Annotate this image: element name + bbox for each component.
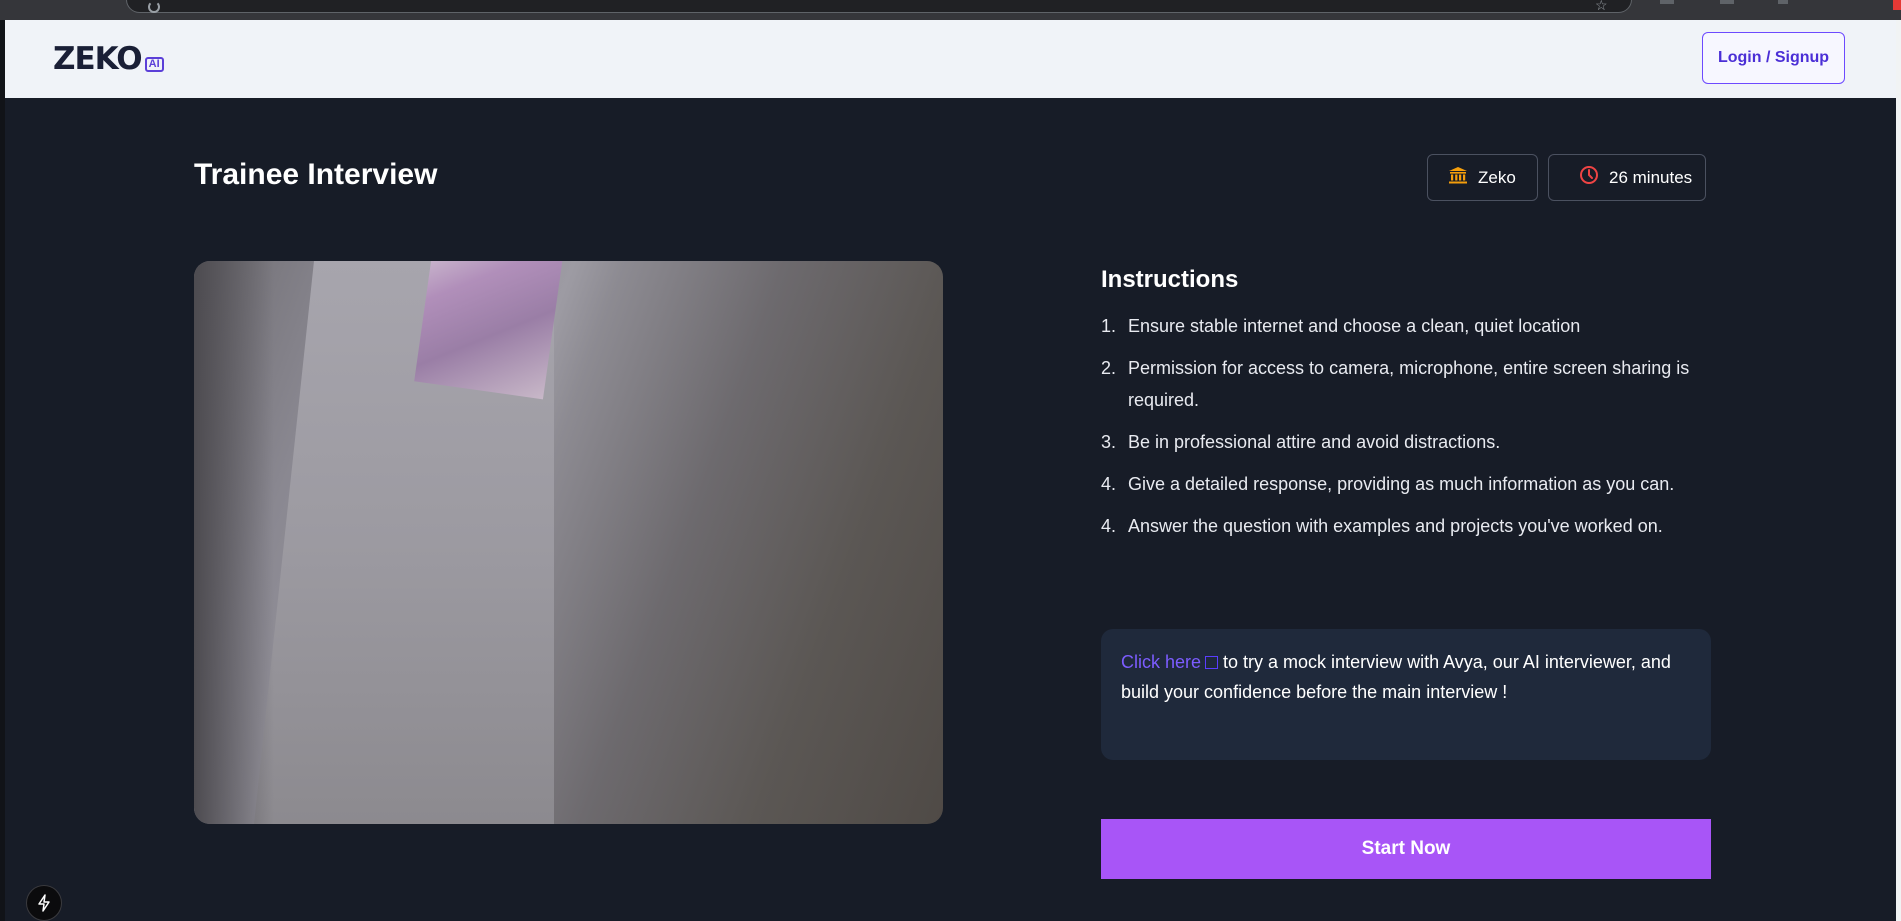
bank-icon (1448, 166, 1468, 189)
mock-interview-link-text[interactable]: Click here (1121, 652, 1201, 672)
mock-interview-promo: Click here to try a mock interview with … (1101, 629, 1711, 760)
page-title: Trainee Interview (194, 158, 438, 191)
logo-wordmark: ZEKO (53, 41, 143, 77)
duration-text: 26 minutes (1609, 167, 1693, 187)
instruction-number: 3. (1101, 432, 1117, 452)
instruction-item: 4. Give a detailed response, providing a… (1101, 468, 1711, 500)
download-icon[interactable] (1720, 0, 1734, 4)
external-link-icon[interactable] (1205, 656, 1219, 669)
organization-chip: Zeko (1427, 154, 1538, 201)
instruction-text: Be in professional attire and avoid dist… (1128, 432, 1501, 452)
duration-chip: 26 minutes (1548, 154, 1706, 201)
instruction-number: 1. (1101, 316, 1117, 336)
clock-icon (1579, 165, 1599, 190)
instruction-number: 4. (1101, 516, 1117, 536)
extension-icon[interactable] (1660, 0, 1674, 4)
instruction-number: 2. (1101, 358, 1117, 378)
menu-icon[interactable] (1778, 0, 1788, 4)
zeko-logo[interactable]: ZEKO AI (53, 41, 164, 77)
site-info-icon[interactable] (148, 1, 160, 13)
login-signup-button[interactable]: Login / Signup (1702, 32, 1845, 84)
instruction-item: 1. Ensure stable internet and choose a c… (1101, 310, 1711, 342)
instruction-item: 3. Be in professional attire and avoid d… (1101, 426, 1711, 458)
lightning-icon[interactable] (26, 885, 62, 921)
camera-feed-shadow (194, 261, 274, 824)
top-navbar: ZEKO AI Login / Signup (5, 20, 1896, 98)
app-viewport: ZEKO AI Login / Signup Trainee Interview… (5, 20, 1896, 921)
scrollbar-track[interactable] (1896, 20, 1901, 921)
instructions-list: 1. Ensure stable internet and choose a c… (1101, 310, 1711, 552)
instruction-text: Give a detailed response, providing as m… (1128, 474, 1675, 494)
organization-name: Zeko (1478, 167, 1516, 187)
logo-ai-badge: AI (144, 57, 164, 72)
browser-chrome: ☆ (0, 0, 1901, 20)
address-bar[interactable] (126, 0, 1632, 13)
instruction-item: 4. Answer the question with examples and… (1101, 510, 1711, 542)
camera-feed-poster (414, 261, 564, 400)
profile-icon[interactable] (1893, 0, 1901, 10)
mock-interview-link[interactable]: Click here (1121, 652, 1219, 672)
instruction-text: Permission for access to camera, microph… (1128, 358, 1690, 410)
instruction-number: 4. (1101, 474, 1117, 494)
camera-preview (194, 261, 943, 824)
instruction-text: Ensure stable internet and choose a clea… (1128, 316, 1581, 336)
bookmark-star-icon[interactable]: ☆ (1595, 0, 1608, 14)
instruction-text: Answer the question with examples and pr… (1128, 516, 1663, 536)
start-now-button[interactable]: Start Now (1101, 819, 1711, 879)
instructions-heading: Instructions (1101, 266, 1239, 293)
instruction-item: 2. Permission for access to camera, micr… (1101, 352, 1711, 416)
